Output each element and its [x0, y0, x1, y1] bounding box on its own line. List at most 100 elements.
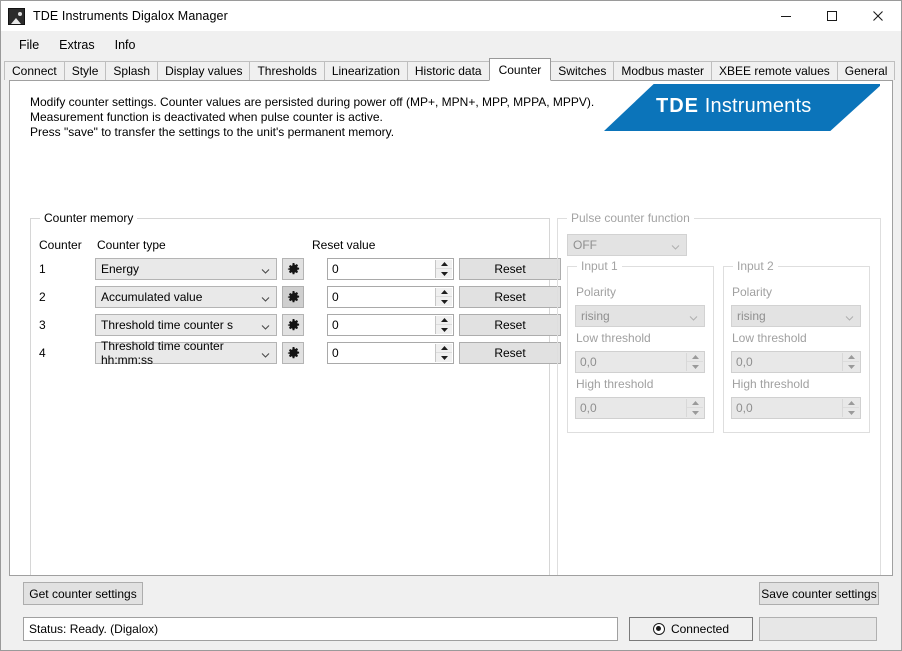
input-1-low-threshold-stepper[interactable] [686, 353, 703, 371]
reset-value-input-1[interactable]: 0 [327, 258, 454, 280]
stepper-up-icon[interactable] [687, 399, 703, 408]
stepper-up-icon[interactable] [843, 353, 859, 362]
input-2-polarity-select[interactable]: rising [731, 305, 861, 327]
counter-memory-legend: Counter memory [40, 211, 138, 225]
tab-splash[interactable]: Splash [105, 61, 159, 80]
stepper-down-icon[interactable] [687, 408, 703, 417]
counter-type-select-2[interactable]: Accumulated value [95, 286, 277, 308]
input-2-low-threshold-input[interactable]: 0,0 [731, 351, 861, 373]
column-header-counter: Counter [39, 238, 82, 252]
connection-status-indicator[interactable]: Connected [629, 617, 753, 641]
stepper-down-icon[interactable] [687, 362, 703, 371]
chevron-down-icon [261, 321, 270, 330]
input-2-group: Input 2 Polarity rising Low threshold 0,… [723, 259, 870, 433]
reset-button-4[interactable]: Reset [459, 342, 561, 364]
gear-icon [287, 318, 299, 330]
reset-value-input-3[interactable]: 0 [327, 314, 454, 336]
save-counter-settings-button[interactable]: Save counter settings [759, 582, 879, 605]
reset-value-stepper-3[interactable] [435, 316, 452, 334]
input-2-high-threshold-input[interactable]: 0,0 [731, 397, 861, 419]
counter-settings-gear-button-1[interactable] [282, 258, 304, 280]
reset-value-input-4[interactable]: 0 [327, 342, 454, 364]
minimize-icon[interactable] [763, 1, 809, 31]
tab-counter[interactable]: Counter [488, 58, 552, 81]
counter-type-select-4[interactable]: Threshold time counter hh:mm:ss [95, 339, 277, 367]
stepper-down-icon[interactable] [843, 408, 859, 417]
counter-row-number-1: 1 [39, 262, 46, 276]
counter-type-select-3[interactable]: Threshold time counter s [95, 314, 277, 336]
input-2-high-threshold-value: 0,0 [736, 401, 753, 415]
input-1-polarity-value: rising [581, 309, 610, 323]
menu-item-extras[interactable]: Extras [49, 34, 104, 56]
tab-thresholds[interactable]: Thresholds [249, 61, 325, 80]
reset-button-1[interactable]: Reset [459, 258, 561, 280]
reset-value-stepper-1[interactable] [435, 260, 452, 278]
tab-switches[interactable]: Switches [550, 61, 615, 80]
gear-icon [287, 262, 299, 274]
chevron-down-icon [671, 241, 680, 250]
tab-general[interactable]: General [836, 61, 896, 80]
stepper-up-icon-3[interactable] [436, 316, 452, 325]
counter-type-value-2: Accumulated value [101, 290, 203, 304]
counter-settings-gear-button-3[interactable] [282, 314, 304, 336]
tab-historic-data[interactable]: Historic data [406, 61, 490, 80]
tab-xbee-remote-values[interactable]: XBEE remote values [711, 61, 838, 80]
counter-settings-gear-button-4[interactable] [282, 342, 304, 364]
pulse-counter-legend: Pulse counter function [567, 211, 694, 225]
reset-value-stepper-2[interactable] [435, 288, 452, 306]
input-2-low-threshold-value: 0,0 [736, 355, 753, 369]
input-1-high-threshold-input[interactable]: 0,0 [575, 397, 705, 419]
input-2-polarity-value: rising [737, 309, 766, 323]
input-1-polarity-select[interactable]: rising [575, 305, 705, 327]
connection-status-label: Connected [670, 622, 730, 636]
application-window: TDE Instruments Digalox Manager File Ext… [0, 0, 902, 651]
stepper-up-icon-4[interactable] [436, 344, 452, 353]
reset-button-3[interactable]: Reset [459, 314, 561, 336]
input-1-polarity-label: Polarity [576, 285, 617, 299]
chevron-down-icon [261, 293, 270, 302]
stepper-down-icon-1[interactable] [436, 269, 452, 278]
logo-text-light: Instruments [704, 95, 812, 117]
stepper-down-icon-3[interactable] [436, 325, 452, 334]
stepper-up-icon-1[interactable] [436, 260, 452, 269]
progress-placeholder-field [759, 617, 877, 641]
window-controls [763, 1, 901, 31]
tab-style[interactable]: Style [63, 61, 107, 80]
stepper-up-icon-2[interactable] [436, 288, 452, 297]
radio-filled-icon [652, 623, 665, 635]
counter-type-value-3: Threshold time counter s [101, 318, 234, 332]
reset-value-stepper-4[interactable] [435, 344, 452, 362]
menu-item-file[interactable]: File [9, 34, 49, 56]
input-2-low-threshold-label: Low threshold [732, 331, 807, 345]
menu-bar: File Extras Info [1, 31, 901, 58]
reset-button-2[interactable]: Reset [459, 286, 561, 308]
tde-instruments-logo: TDE Instruments [604, 84, 880, 131]
stepper-down-icon-2[interactable] [436, 297, 452, 306]
pulse-counter-mode-select[interactable]: OFF [567, 234, 687, 256]
counter-memory-group: Counter memory Counter Counter type Rese… [30, 211, 561, 575]
logo-text: TDE Instruments [656, 95, 811, 118]
input-2-high-threshold-label: High threshold [732, 377, 810, 391]
get-counter-settings-button[interactable]: Get counter settings [23, 582, 143, 605]
menu-item-info[interactable]: Info [105, 34, 146, 56]
tab-display-values[interactable]: Display values [157, 61, 251, 80]
stepper-up-icon[interactable] [843, 399, 859, 408]
input-1-high-threshold-stepper[interactable] [686, 399, 703, 417]
input-2-low-threshold-stepper[interactable] [842, 353, 859, 371]
counter-settings-gear-button-2[interactable] [282, 286, 304, 308]
maximize-icon[interactable] [809, 1, 855, 31]
stepper-down-icon[interactable] [843, 362, 859, 371]
counter-row-number-4: 4 [39, 346, 46, 360]
reset-value-input-2[interactable]: 0 [327, 286, 454, 308]
input-2-high-threshold-stepper[interactable] [842, 399, 859, 417]
stepper-up-icon[interactable] [687, 353, 703, 362]
pulse-counter-mode-value: OFF [573, 238, 597, 252]
tab-bar: Connect Style Splash Display values Thre… [1, 58, 901, 81]
counter-type-select-1[interactable]: Energy [95, 258, 277, 280]
tab-connect[interactable]: Connect [4, 61, 65, 80]
stepper-down-icon-4[interactable] [436, 353, 452, 362]
close-icon[interactable] [855, 1, 901, 31]
input-1-low-threshold-input[interactable]: 0,0 [575, 351, 705, 373]
tab-linearization[interactable]: Linearization [323, 61, 408, 80]
tab-modbus-master[interactable]: Modbus master [613, 61, 713, 80]
